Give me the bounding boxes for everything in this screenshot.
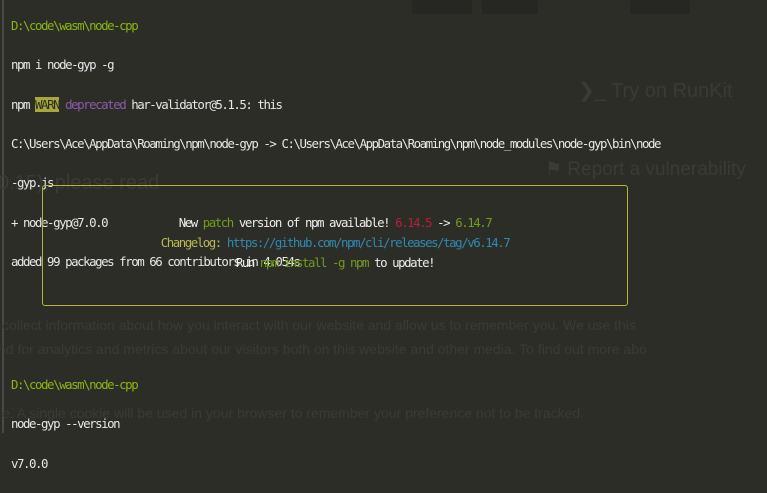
run-line: Run npm install -g npm to update! [43,255,627,270]
new-version: 6.14.7 [455,215,493,230]
command-line: npm i node-gyp -g [11,57,115,73]
arrow: -> [431,215,456,230]
version-output: v7.0.0 [11,455,49,471]
prompt-path: D:\code\wasm\node-cpp [11,376,139,392]
text: Run [235,255,260,270]
ghost-paragraph: collect information about how you intera… [2,317,636,333]
update-line: New patch version of npm available! 6.14… [43,215,627,230]
warn-type: deprecated [65,96,127,112]
warn-npm: npm [11,96,36,112]
update-type: patch [202,215,235,230]
text: New [178,215,203,230]
update-command: npm install -g npm [259,255,370,270]
prompt-path: D:\code\wasm\node-cpp [11,17,139,33]
text: version of npm available! [232,215,396,230]
text: to update! [368,255,436,270]
terminal-output-bottom: D:\code\wasm\node-cpp node-gyp --version… [11,355,139,493]
old-version: 6.14.5 [395,215,433,230]
warn-line: npm WARN deprecated har-validator@5.1.5:… [11,95,660,115]
window-edge [2,0,4,433]
changelog-label: Changelog: [160,235,227,250]
warn-message: har-validator@5.1.5: this [125,96,283,112]
npm-update-box: New patch version of npm available! 6.14… [42,185,628,306]
link-line: C:\Users\Ace\AppData\Roaming\npm\node-gy… [11,135,662,151]
warn-badge: WARN [35,96,61,112]
changelog-line: Changelog: https://github.com/npm/cli/re… [43,235,627,250]
changelog-link[interactable]: https://github.com/npm/cli/releases/tag/… [227,235,511,250]
command-line: node-gyp --version [11,416,121,432]
